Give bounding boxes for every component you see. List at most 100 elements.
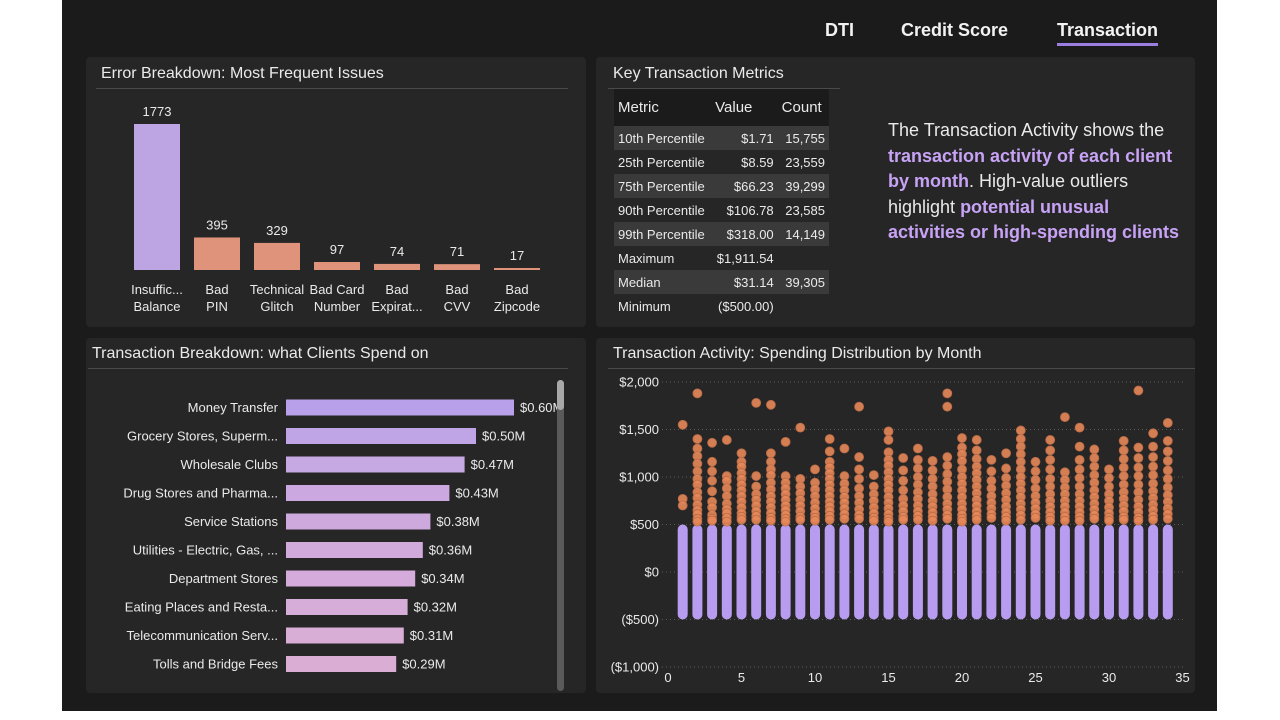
- activity-high-spend-point: [1148, 514, 1158, 525]
- activity-high-spend-point: [1104, 464, 1114, 475]
- activity-high-spend-point: [942, 460, 953, 471]
- activity-high-spend-point: [707, 466, 717, 477]
- error-bar-value: 17: [510, 248, 524, 263]
- error-bar-value: 1773: [143, 104, 172, 119]
- activity-low-spend-column: [971, 524, 982, 620]
- activity-low-spend-column: [1074, 524, 1085, 620]
- activity-high-spend-point: [1074, 455, 1085, 465]
- activity-scatter-chart: $2,000 $1,500 $1,000 $500 $0 ($500) ($1,000) 0 5…: [611, 375, 1190, 686]
- metrics-cell-count: 23,559: [785, 154, 825, 170]
- error-category-label: Bad: [205, 282, 228, 297]
- activity-high-spend-point: [721, 435, 732, 445]
- error-category-label: CVV: [444, 299, 471, 314]
- activity-high-spend-point: [898, 514, 909, 525]
- activity-high-spend-point: [1133, 442, 1144, 453]
- metrics-cell-metric: 99th Percentile: [618, 226, 705, 242]
- metrics-cell-metric: 75th Percentile: [618, 178, 705, 194]
- spend-bar: [286, 542, 423, 558]
- activity-high-spend-point: [883, 426, 894, 437]
- activity-high-spend-point: [1089, 453, 1100, 463]
- metrics-row: 10th Percentile $1.71 15,755: [614, 126, 829, 150]
- activity-high-spend-point: [839, 513, 850, 524]
- activity-high-spend-point: [883, 435, 894, 445]
- activity-high-spend-point: [692, 388, 703, 399]
- error-category-label: Insuffic...: [131, 282, 183, 297]
- activity-x-tick-label: 30: [1102, 670, 1116, 685]
- activity-high-spend-point: [707, 437, 717, 448]
- metrics-row: 75th Percentile $66.23 39,299: [614, 174, 829, 198]
- activity-high-spend-point: [751, 514, 762, 525]
- error-title-divider: [96, 88, 568, 89]
- activity-low-spend-column: [1162, 524, 1173, 620]
- activity-high-spend-point: [824, 514, 835, 525]
- activity-high-spend-point: [854, 401, 865, 412]
- activity-high-spend-point: [1089, 461, 1100, 472]
- activity-high-spend-point: [1045, 515, 1056, 526]
- activity-high-spend-point: [1133, 462, 1144, 473]
- activity-high-spend-point: [1118, 436, 1129, 446]
- activity-x-tick-label: 35: [1175, 670, 1189, 685]
- tab-dti[interactable]: DTI: [825, 20, 854, 41]
- spend-bar: [286, 656, 397, 672]
- activity-high-spend-point: [1045, 455, 1056, 465]
- spend-bar-value: $0.36M: [429, 543, 472, 558]
- activity-high-spend-point: [927, 515, 938, 526]
- activity-high-spend-point: [795, 514, 806, 525]
- activity-low-spend-column: [736, 524, 747, 620]
- activity-high-spend-point: [780, 436, 791, 447]
- activity-high-spend-point: [677, 500, 688, 511]
- activity-low-spend-column: [883, 524, 894, 620]
- activity-low-spend-column: [1015, 524, 1026, 620]
- metrics-table-container: Metric Value Count 10th Percentile $1.71 1…: [614, 89, 829, 318]
- scrollbar-thumb[interactable]: [557, 380, 564, 410]
- spend-category-label: Wholesale Clubs: [180, 457, 278, 472]
- metrics-cell-count: 23,585: [785, 202, 825, 218]
- tab-transaction[interactable]: Transaction: [1057, 20, 1159, 46]
- activity-low-spend-column: [751, 524, 762, 620]
- metrics-header-value[interactable]: Value: [711, 89, 778, 126]
- activity-high-spend-point: [751, 398, 762, 408]
- activity-high-spend-point: [1074, 441, 1085, 452]
- activity-y-tick-label: ($1,000): [611, 660, 659, 675]
- activity-low-spend-column: [707, 524, 718, 620]
- activity-high-spend-point: [912, 463, 923, 474]
- description-text-1: The Transaction Activity shows the: [888, 120, 1165, 140]
- error-category-label: Bad: [445, 282, 468, 297]
- spend-breakdown-chart: Money Transfer $0.60MGrocery Stores, Supe…: [123, 399, 563, 672]
- activity-low-spend-column: [1133, 524, 1144, 620]
- activity-title-divider: [608, 368, 1195, 369]
- error-category-label: Bad Card: [310, 282, 365, 297]
- metrics-header-row: Metric Value Count: [614, 89, 829, 126]
- metrics-cell-count: 39,305: [785, 274, 825, 290]
- metrics-cell-value: $318.00: [726, 226, 774, 242]
- activity-x-tick-label: 10: [808, 670, 822, 685]
- metrics-header-count[interactable]: Count: [777, 89, 829, 126]
- activity-high-spend-point: [1074, 473, 1085, 483]
- metrics-header-metric[interactable]: Metric: [614, 89, 712, 126]
- activity-high-spend-point: [795, 422, 806, 433]
- scrollbar-track[interactable]: [557, 380, 564, 691]
- spend-bar: [286, 428, 476, 444]
- spend-bar: [286, 627, 404, 644]
- spend-bar: [286, 599, 408, 615]
- activity-high-spend-point: [1001, 463, 1012, 474]
- activity-high-spend-point: [707, 456, 717, 467]
- activity-low-spend-column: [810, 524, 820, 620]
- activity-high-spend-point: [883, 516, 894, 527]
- metrics-cell-metric: 90th Percentile: [618, 202, 705, 218]
- activity-high-spend-point: [1104, 473, 1114, 483]
- activity-low-spend-column: [1030, 524, 1041, 620]
- activity-high-spend-point: [1118, 462, 1129, 473]
- activity-low-spend-column: [927, 524, 938, 620]
- activity-high-spend-point: [898, 485, 909, 496]
- activity-high-spend-point: [707, 486, 717, 497]
- spend-bar: [286, 485, 450, 501]
- tab-credit-score[interactable]: Credit Score: [901, 20, 1008, 41]
- activity-high-spend-point: [765, 515, 776, 526]
- activity-low-spend-column: [1001, 524, 1012, 620]
- error-bar: [314, 262, 360, 270]
- spend-bar-value: $0.38M: [436, 514, 479, 529]
- activity-high-spend-point: [854, 464, 865, 475]
- metrics-cell-value: $8.59: [741, 154, 774, 170]
- activity-high-spend-point: [898, 475, 909, 486]
